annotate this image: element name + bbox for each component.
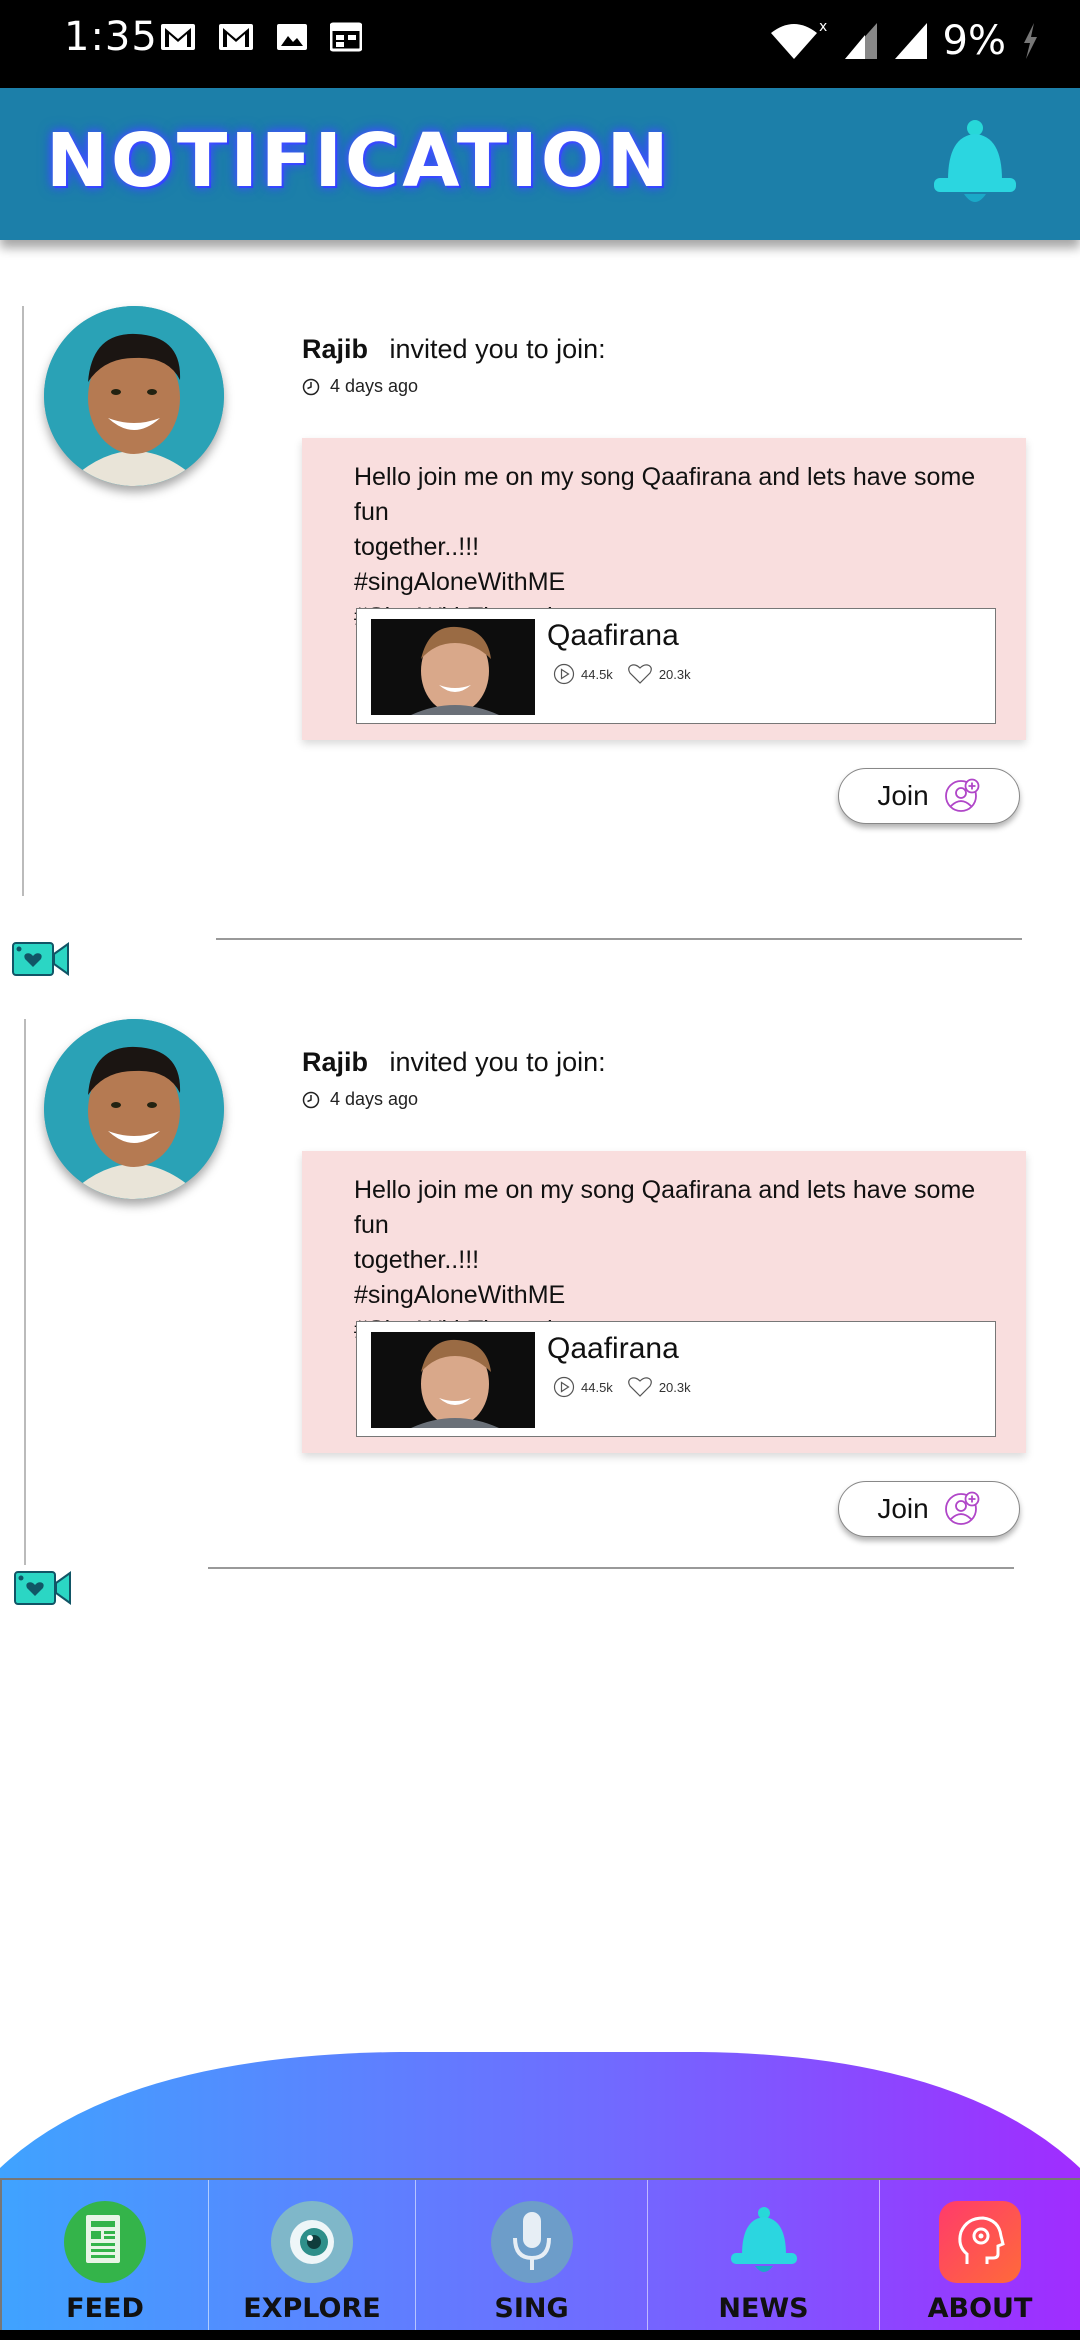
join-button[interactable]: Join xyxy=(838,1481,1020,1537)
signal-icon xyxy=(894,23,927,59)
svg-text:x: x xyxy=(819,19,827,35)
page-title: NOTIFICATION xyxy=(46,118,672,204)
app-header: NOTIFICATION xyxy=(0,88,1080,240)
song-stats: 44.5k 20.3k xyxy=(553,663,691,685)
heart-icon xyxy=(627,664,652,684)
image-icon xyxy=(277,24,307,50)
avatar[interactable] xyxy=(44,306,224,486)
add-user-icon xyxy=(944,778,980,812)
clock-icon xyxy=(302,1091,320,1108)
timestamp-text: 4 days ago xyxy=(330,1089,419,1109)
song-title: Qaafirana xyxy=(547,1332,679,1365)
status-time: 1:35 xyxy=(64,14,158,60)
clock-icon xyxy=(302,378,320,395)
gmail-icon xyxy=(219,24,253,50)
nav-label-feed: FEED xyxy=(66,2293,144,2324)
nav-label-about: ABOUT xyxy=(927,2293,1033,2324)
play-count: 44.5k xyxy=(581,1379,613,1395)
head-gear-icon xyxy=(939,2201,1021,2283)
bell-icon xyxy=(723,2201,805,2283)
screen: 1:35 x 9% NOTIFICATION Rajib invited you… xyxy=(0,0,1080,2340)
system-nav-strip xyxy=(0,2330,1080,2340)
charging-icon xyxy=(1024,23,1037,59)
nav-item-explore[interactable]: EXPLORE xyxy=(208,2180,415,2332)
separator xyxy=(208,1567,1014,1569)
battery-level: 9% xyxy=(942,18,1006,64)
heart-icon xyxy=(627,1377,652,1397)
song-thumbnail xyxy=(371,619,535,715)
gmail-icon xyxy=(161,24,195,50)
video-camera-icon[interactable] xyxy=(14,1569,72,1607)
add-user-icon xyxy=(944,1491,980,1525)
play-count: 44.5k xyxy=(581,666,613,682)
join-button[interactable]: Join xyxy=(838,768,1020,824)
wifi-icon: x xyxy=(770,19,827,59)
song-thumbnail xyxy=(371,1332,535,1428)
status-icons-right: x 9% xyxy=(769,18,1040,64)
sender-name[interactable]: Rajib xyxy=(302,1047,368,1077)
microphone-icon xyxy=(490,2201,573,2283)
message-box: Hello join me on my song Qaafirana and l… xyxy=(302,438,1026,740)
nav-label-sing: SING xyxy=(494,2293,569,2324)
like-count: 20.3k xyxy=(658,1379,691,1395)
message-box: Hello join me on my song Qaafirana and l… xyxy=(302,1151,1026,1453)
notification-card: Rajib invited you to join: 4 days ago He… xyxy=(0,300,1080,1000)
nav-item-about[interactable]: ABOUT xyxy=(879,2180,1080,2332)
timeline-rail xyxy=(22,306,24,896)
notification-action: invited you to join: xyxy=(389,334,606,364)
status-icons-left xyxy=(160,22,362,52)
timeline-rail xyxy=(24,1019,26,1565)
song-stats: 44.5k 20.3k xyxy=(553,1376,691,1398)
eye-icon xyxy=(271,2201,353,2283)
timestamp: 4 days ago xyxy=(302,376,418,397)
separator xyxy=(216,938,1022,940)
nav-label-explore: EXPLORE xyxy=(243,2293,381,2324)
notification-action: invited you to join: xyxy=(389,1047,606,1077)
timestamp-text: 4 days ago xyxy=(330,376,419,396)
song-card[interactable]: Qaafirana 44.5k 20.3k xyxy=(356,1321,996,1437)
signal-icon xyxy=(844,23,877,59)
timestamp: 4 days ago xyxy=(302,1089,418,1110)
notification-card: Rajib invited you to join: 4 days ago He… xyxy=(0,1013,1080,1673)
nav-item-feed[interactable]: FEED xyxy=(0,2180,208,2332)
nav-item-sing[interactable]: SING xyxy=(415,2180,647,2332)
sender-name[interactable]: Rajib xyxy=(302,334,368,364)
bottom-nav: FEED EXPLORE SING NEWS ABOUT xyxy=(0,2178,1080,2332)
play-icon xyxy=(553,663,575,685)
bell-icon[interactable] xyxy=(932,118,1018,212)
join-label: Join xyxy=(877,1493,929,1524)
avatar[interactable] xyxy=(44,1019,224,1199)
notification-header: Rajib invited you to join: xyxy=(302,1047,606,1078)
join-label: Join xyxy=(877,780,929,811)
song-card[interactable]: Qaafirana 44.5k 20.3k xyxy=(356,608,996,724)
song-title: Qaafirana xyxy=(547,619,679,652)
calendar-icon xyxy=(330,22,362,52)
like-count: 20.3k xyxy=(658,666,691,682)
status-bar: 1:35 x 9% xyxy=(0,0,1080,88)
notification-header: Rajib invited you to join: xyxy=(302,334,606,365)
feed-icon xyxy=(64,2201,146,2283)
video-camera-icon[interactable] xyxy=(12,940,70,978)
nav-item-news[interactable]: NEWS xyxy=(647,2180,879,2332)
play-icon xyxy=(553,1376,575,1398)
nav-label-news: NEWS xyxy=(718,2293,809,2324)
